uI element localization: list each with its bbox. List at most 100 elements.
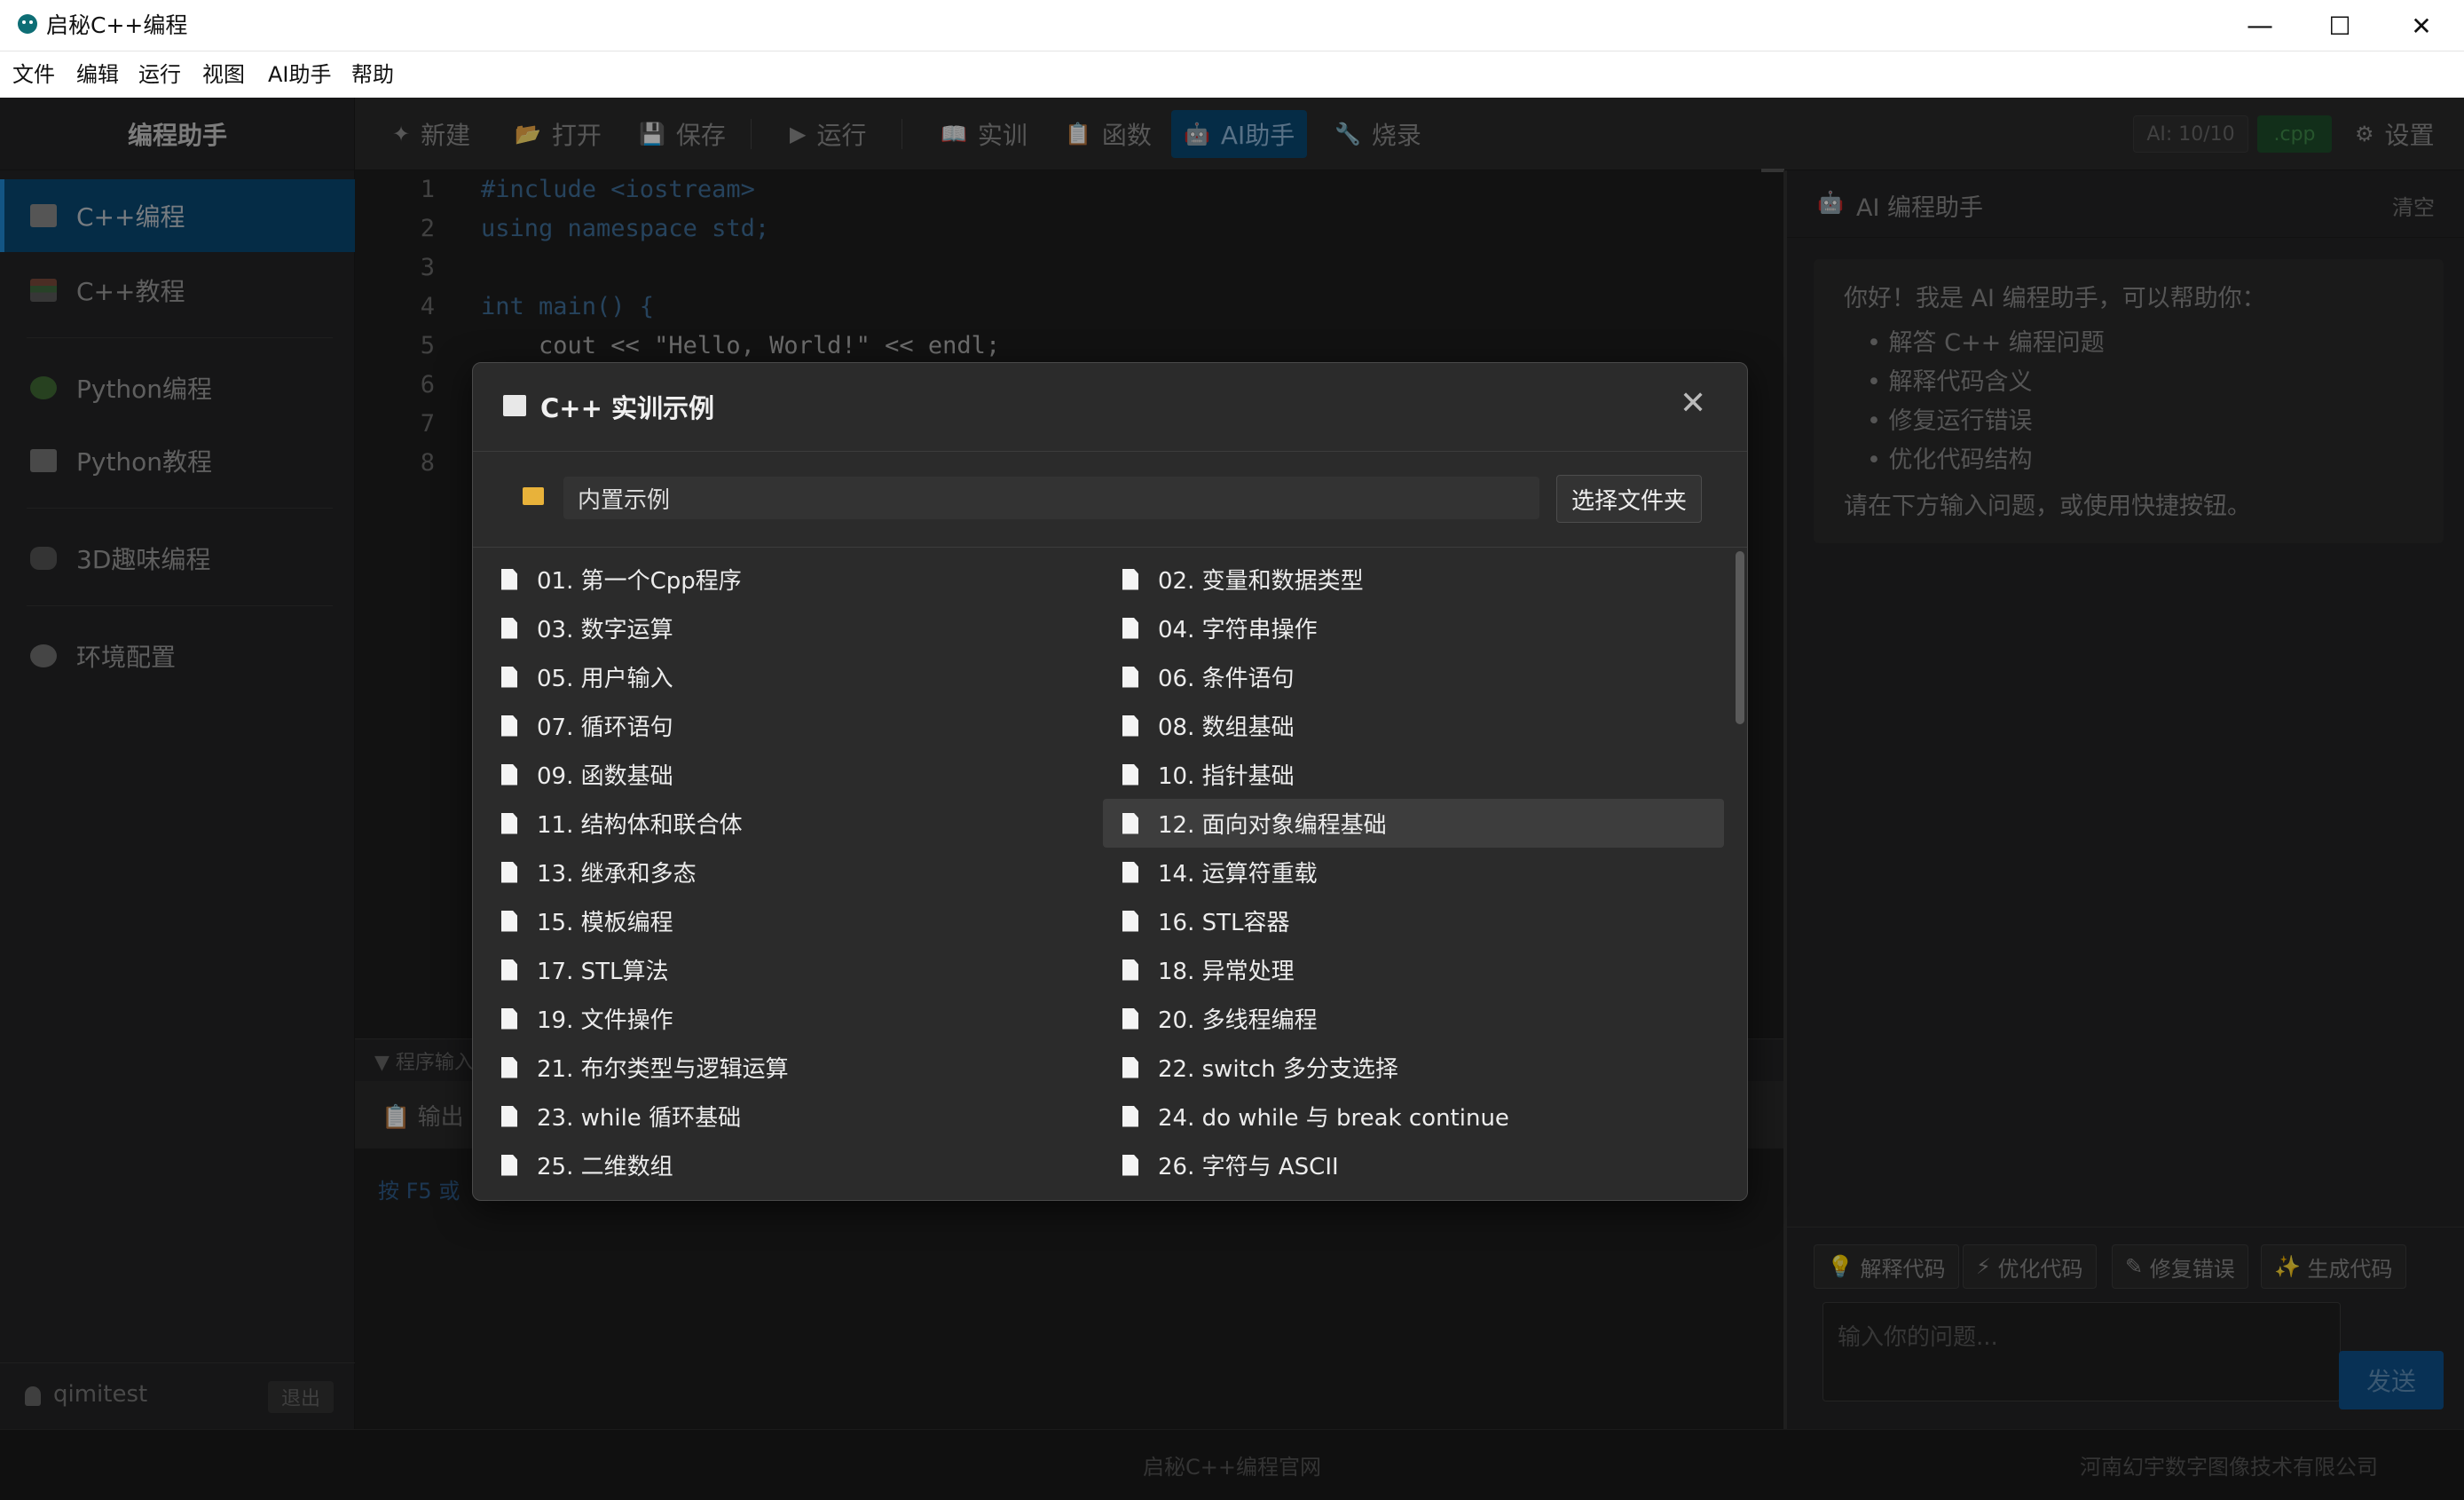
document-icon (501, 763, 517, 786)
example-item[interactable]: 16. STL容器 (1103, 896, 1724, 945)
example-item-label: 09. 函数基础 (537, 763, 673, 790)
document-icon (1122, 714, 1138, 737)
example-item[interactable]: 14. 运算符重载 (1103, 848, 1724, 896)
example-item-label: 24. do while 与 break continue (1158, 1105, 1509, 1132)
menu-view[interactable]: 视图 (202, 60, 245, 89)
title-bar: 启秘C++编程 — ☐ ✕ (0, 0, 2464, 51)
document-icon (501, 666, 517, 688)
scrollbar-thumb[interactable] (1736, 551, 1744, 724)
example-item-label: 16. STL容器 (1158, 910, 1290, 936)
document-icon (1122, 812, 1138, 834)
example-item[interactable]: 04. 字符串操作 (1103, 604, 1724, 652)
example-item[interactable]: 23. while 循环基础 (482, 1092, 1103, 1141)
example-item[interactable]: 18. 异常处理 (1103, 945, 1724, 994)
document-icon (1122, 666, 1138, 688)
example-item-label: 21. 布尔类型与逻辑运算 (537, 1056, 789, 1083)
document-icon (1122, 1056, 1138, 1078)
example-item[interactable]: 24. do while 与 break continue (1103, 1092, 1724, 1141)
example-item[interactable]: 17. STL算法 (482, 945, 1103, 994)
document-icon (501, 861, 517, 883)
examples-list[interactable]: 01. 第一个Cpp程序 02. 变量和数据类型 03. 数字运算 04. 字符串操作… (473, 548, 1731, 1200)
example-item[interactable]: 06. 条件语句 (1103, 652, 1724, 701)
example-item-label: 25. 二维数组 (537, 1154, 673, 1180)
document-icon (1122, 1007, 1138, 1030)
example-item-label: 11. 结构体和联合体 (537, 812, 743, 839)
example-item-label: 20. 多线程编程 (1158, 1007, 1318, 1034)
example-item-label: 10. 指针基础 (1158, 763, 1295, 790)
example-item[interactable]: 26. 字符与 ASCII (1103, 1141, 1724, 1189)
example-item-label: 22. switch 多分支选择 (1158, 1056, 1398, 1083)
example-item[interactable]: 22. switch 多分支选择 (1103, 1043, 1724, 1092)
dialog-title: C++ 实训示例 (540, 393, 714, 423)
document-icon (501, 1056, 517, 1078)
document-icon (501, 812, 517, 834)
window-title: 启秘C++编程 (46, 12, 188, 38)
example-item[interactable]: 21. 布尔类型与逻辑运算 (482, 1043, 1103, 1092)
menu-edit[interactable]: 编辑 (76, 60, 119, 89)
maximize-button[interactable]: ☐ (2300, 0, 2380, 51)
choose-folder-button[interactable]: 选择文件夹 (1556, 475, 1702, 523)
example-item-label: 03. 数字运算 (537, 617, 673, 643)
document-icon (501, 568, 517, 590)
example-item-label: 26. 字符与 ASCII (1158, 1154, 1339, 1180)
example-item[interactable]: 20. 多线程编程 (1103, 994, 1724, 1043)
example-item[interactable]: 07. 循环语句 (482, 701, 1103, 750)
training-examples-dialog: C++ 实训示例 ✕ 内置示例 选择文件夹 01. 第一个Cpp程序 02. 变量… (472, 362, 1748, 1201)
example-item[interactable]: 08. 数组基础 (1103, 701, 1724, 750)
dialog-scrollbar[interactable] (1731, 548, 1747, 1200)
menu-bar: 文件 编辑 运行 视图 AI助手 帮助 (0, 51, 2464, 98)
example-item[interactable]: 02. 变量和数据类型 (1103, 555, 1724, 604)
example-item-label: 14. 运算符重载 (1158, 861, 1318, 888)
menu-help[interactable]: 帮助 (351, 60, 394, 89)
app-logo-icon (18, 14, 37, 34)
document-icon (1122, 861, 1138, 883)
close-window-button[interactable]: ✕ (2381, 0, 2461, 51)
example-item-label: 18. 异常处理 (1158, 959, 1295, 985)
example-item[interactable]: 01. 第一个Cpp程序 (482, 555, 1103, 604)
document-icon (1122, 1105, 1138, 1127)
example-item[interactable]: 03. 数字运算 (482, 604, 1103, 652)
folder-path-row: 内置示例 选择文件夹 (473, 452, 1747, 548)
example-item-label: 02. 变量和数据类型 (1158, 568, 1364, 595)
document-icon (1122, 568, 1138, 590)
example-item[interactable]: 13. 继承和多态 (482, 848, 1103, 896)
example-item-label: 19. 文件操作 (537, 1007, 673, 1034)
document-icon (501, 959, 517, 981)
example-item[interactable]: 10. 指针基础 (1103, 750, 1724, 799)
example-item[interactable]: 15. 模板编程 (482, 896, 1103, 945)
example-item[interactable]: 19. 文件操作 (482, 994, 1103, 1043)
dialog-close-icon[interactable]: ✕ (1680, 384, 1706, 423)
document-icon (501, 1105, 517, 1127)
minimize-button[interactable]: — (2220, 0, 2300, 51)
menu-run[interactable]: 运行 (138, 60, 181, 89)
menu-file[interactable]: 文件 (12, 60, 55, 89)
document-icon (1122, 910, 1138, 932)
example-item-label: 17. STL算法 (537, 959, 669, 985)
open-book-icon (503, 395, 526, 416)
folder-icon (523, 487, 544, 505)
example-item-label: 13. 继承和多态 (537, 861, 697, 888)
document-icon (1122, 1154, 1138, 1176)
example-item[interactable]: 25. 二维数组 (482, 1141, 1103, 1189)
document-icon (501, 1007, 517, 1030)
example-item[interactable]: 12. 面向对象编程基础 (1103, 799, 1724, 848)
example-item[interactable]: 05. 用户输入 (482, 652, 1103, 701)
folder-path-field: 内置示例 (563, 477, 1539, 519)
menu-ai-assistant[interactable]: AI助手 (268, 60, 332, 89)
example-item-label: 15. 模板编程 (537, 910, 673, 936)
example-item-label: 05. 用户输入 (537, 666, 673, 692)
example-item-label: 07. 循环语句 (537, 714, 673, 741)
example-item-label: 12. 面向对象编程基础 (1158, 812, 1387, 839)
example-item[interactable]: 11. 结构体和联合体 (482, 799, 1103, 848)
example-item-label: 23. while 循环基础 (537, 1105, 742, 1132)
document-icon (1122, 959, 1138, 981)
example-item-label: 04. 字符串操作 (1158, 617, 1318, 643)
dialog-header: C++ 实训示例 ✕ (473, 363, 1747, 452)
example-item-label: 01. 第一个Cpp程序 (537, 568, 742, 595)
document-icon (501, 714, 517, 737)
document-icon (1122, 617, 1138, 639)
example-item-label: 08. 数组基础 (1158, 714, 1295, 741)
example-item[interactable]: 09. 函数基础 (482, 750, 1103, 799)
example-item-label: 06. 条件语句 (1158, 666, 1295, 692)
document-icon (501, 1154, 517, 1176)
